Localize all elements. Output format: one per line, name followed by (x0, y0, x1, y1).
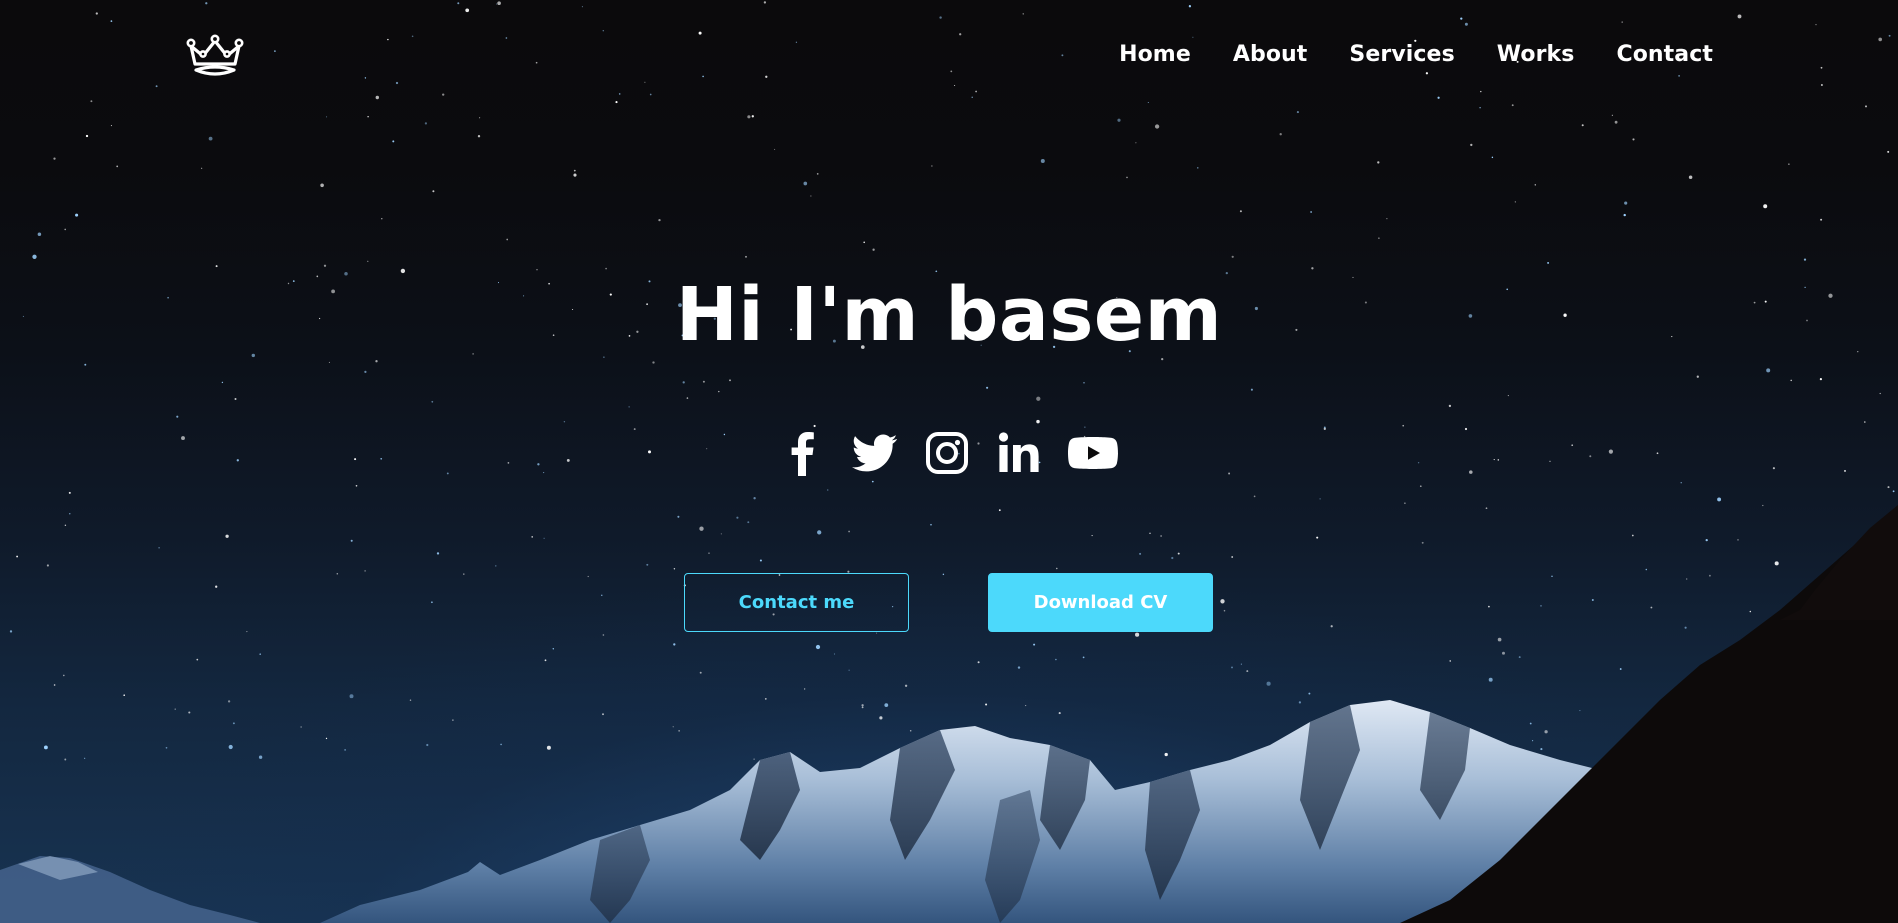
hero-section: Home About Services Works Contact Hi I'm… (0, 0, 1898, 923)
nav-link-home[interactable]: Home (1119, 42, 1191, 67)
hero-title: Hi I'm basem (675, 272, 1223, 358)
top-navigation: Home About Services Works Contact (0, 0, 1898, 116)
nav-item-works: Works (1497, 42, 1575, 67)
linkedin-icon[interactable] (996, 430, 1042, 476)
social-links (0, 430, 1898, 476)
contact-me-button[interactable]: Contact me (684, 573, 909, 632)
nav-item-services: Services (1349, 42, 1454, 67)
nav-link-about[interactable]: About (1233, 42, 1308, 67)
youtube-icon[interactable] (1068, 430, 1118, 476)
crown-icon[interactable] (186, 34, 244, 80)
twitter-icon[interactable] (852, 430, 898, 476)
nav-item-home: Home (1119, 42, 1191, 67)
download-cv-button[interactable]: Download CV (988, 573, 1213, 632)
nav-menu: Home About Services Works Contact (1119, 42, 1713, 67)
nav-link-works[interactable]: Works (1497, 42, 1575, 67)
nav-item-contact: Contact (1616, 42, 1713, 67)
facebook-icon[interactable] (780, 430, 826, 476)
nav-link-contact[interactable]: Contact (1616, 42, 1713, 67)
nav-item-about: About (1233, 42, 1308, 67)
nav-link-services[interactable]: Services (1349, 42, 1454, 67)
instagram-icon[interactable] (924, 430, 970, 476)
